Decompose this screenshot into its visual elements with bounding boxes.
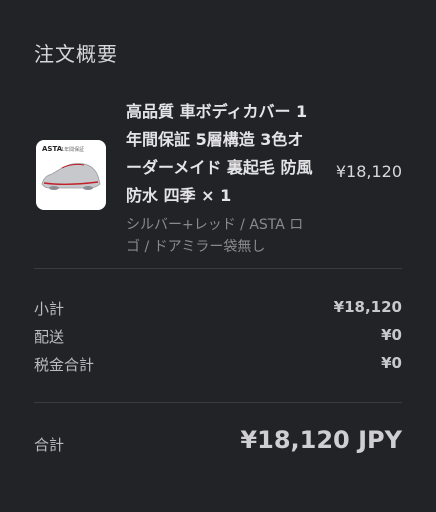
total-label: 合計: [34, 436, 65, 454]
total-row: 合計 ¥18,120 JPY: [34, 426, 402, 462]
tax-value: ¥0: [381, 354, 402, 372]
subtotal-label: 小計: [34, 300, 65, 318]
product-name: 高品質 車ボディカバー 1年間保証 5層構造 3色オーダーメイド 裏起毛 防風防…: [126, 102, 313, 205]
order-summary-title: 注文概要: [34, 42, 118, 66]
product-info: 高品質 車ボディカバー 1年間保証 5層構造 3色オーダーメイド 裏起毛 防風防…: [126, 98, 316, 258]
subtotal-row: 小計 ¥18,120: [34, 298, 402, 326]
total-value: ¥18,120 JPY: [240, 426, 402, 454]
shipping-value: ¥0: [381, 326, 402, 344]
thumbnail-sub: 1年間保証: [61, 147, 85, 153]
tax-row: 税金合計 ¥0: [34, 354, 402, 382]
product-thumbnail: ASTA 1年間保証: [36, 140, 106, 210]
divider: [34, 268, 402, 269]
shipping-row: 配送 ¥0: [34, 326, 402, 354]
product-variant: シルバー+レッド / ASTA ロゴ / ドアミラー袋無し: [126, 217, 304, 255]
shipping-label: 配送: [34, 328, 65, 346]
subtotal-value: ¥18,120: [333, 298, 402, 316]
line-item: ASTA 1年間保証 高品質 車ボディカバー 1年間保証 5層構造 3色オーダー…: [34, 98, 402, 258]
order-summary-panel: 注文概要 ASTA 1年間保証 高品質 車ボディカバー 1年間保証 5層構造 3…: [0, 0, 436, 512]
product-price: ¥18,120: [335, 162, 402, 181]
tax-label: 税金合計: [34, 356, 95, 374]
thumbnail-brand: ASTA: [42, 145, 63, 153]
divider: [34, 402, 402, 403]
